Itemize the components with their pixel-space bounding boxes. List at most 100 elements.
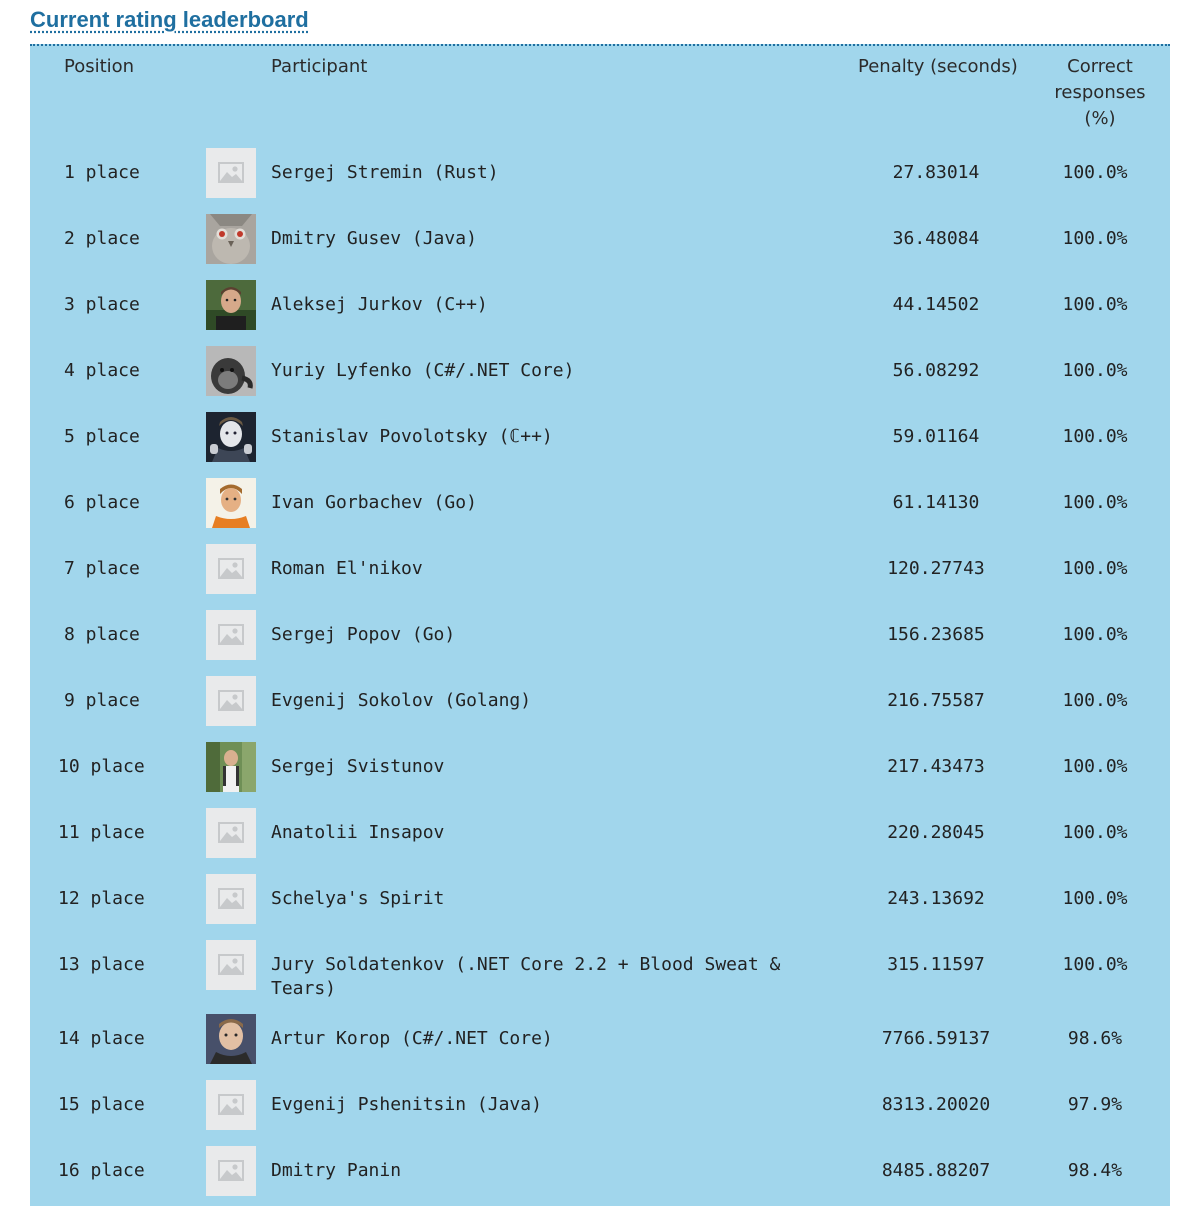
row-penalty: 243.13692 [887, 888, 985, 909]
avatar [206, 874, 256, 924]
avatar [206, 346, 256, 396]
row-penalty: 56.08292 [892, 360, 980, 381]
row-participant: Aleksej Jurkov (C++) [271, 294, 488, 315]
row-correct: 100.0% [1062, 690, 1128, 711]
row-position: 11 place [58, 822, 145, 843]
row-participant: Stanislav Povolotsky (ℂ++) [271, 426, 553, 447]
header-correct-line-3: (%) [1084, 108, 1116, 129]
row-correct: 100.0% [1062, 822, 1128, 843]
row-participant: Artur Korop (C#/.NET Core) [271, 1028, 553, 1049]
row-penalty: 120.27743 [887, 558, 985, 579]
row-correct: 97.9% [1067, 1094, 1123, 1115]
row-participant: Evgenij Pshenitsin (Java) [271, 1094, 542, 1115]
row-penalty: 44.14502 [892, 294, 980, 315]
table-row: 3 place Aleksej Jurkov (C++) 44.14502 100.0… [30, 280, 1170, 346]
row-participant: Sergej Popov (Go) [271, 624, 456, 645]
row-position: 1 place [64, 162, 140, 183]
row-penalty: 220.28045 [887, 822, 985, 843]
avatar [206, 544, 256, 594]
row-position: 9 place [64, 690, 140, 711]
avatar [206, 478, 256, 528]
avatar [206, 412, 256, 462]
table-row: 11 place Anatolii Insapov 220.28045 100.0% [30, 808, 1170, 874]
row-correct: 100.0% [1062, 756, 1128, 777]
row-penalty: 216.75587 [887, 690, 985, 711]
row-position: 14 place [58, 1028, 145, 1049]
table-row: 9 place Evgenij Sokolov (Golang) 216.75587… [30, 676, 1170, 742]
header-position: Position [64, 56, 135, 77]
table-row: 5 place Stanislav Povolotsky (ℂ++) 59.0116… [30, 412, 1170, 478]
row-correct: 100.0% [1062, 954, 1128, 975]
row-penalty: 59.01164 [892, 426, 980, 447]
row-penalty: 7766.59137 [881, 1028, 991, 1049]
header-penalty: Penalty (seconds) [858, 56, 1018, 77]
avatar [206, 742, 256, 792]
row-participant: Yuriy Lyfenko (C#/.NET Core) [271, 360, 575, 381]
row-participant: Anatolii Insapov [271, 822, 445, 843]
avatar [206, 808, 256, 858]
row-penalty: 36.48084 [892, 228, 980, 249]
row-position: 13 place [58, 954, 145, 975]
row-position: 5 place [64, 426, 140, 447]
row-participant: Sergej Stremin (Rust) [271, 162, 499, 183]
leaderboard-table: Position Participant Penalty (seconds) C… [30, 44, 1170, 1206]
row-correct: 100.0% [1062, 492, 1128, 513]
table-row: 4 place Yuriy Lyfenko (C#/.NET Core) 56.08… [30, 346, 1170, 412]
table-row: 7 place Roman El'nikov 120.27743 100.0% [30, 544, 1170, 610]
row-correct: 100.0% [1062, 162, 1128, 183]
avatar [206, 1146, 256, 1196]
row-correct: 100.0% [1062, 888, 1128, 909]
row-position: 15 place [58, 1094, 145, 1115]
table-row: 1 place Sergej Stremin (Rust) 27.83014 100.… [30, 148, 1170, 214]
table-row: 16 place Dmitry Panin 8485.88207 98.4% [30, 1146, 1170, 1212]
row-position: 16 place [58, 1160, 145, 1181]
row-correct: 100.0% [1062, 426, 1128, 447]
avatar [206, 940, 256, 990]
table-row: 12 place Schelya's Spirit 243.13692 100.0% [30, 874, 1170, 940]
row-correct: 100.0% [1062, 558, 1128, 579]
row-participant: Ivan Gorbachev (Go) [271, 492, 477, 513]
row-position: 10 place [58, 756, 145, 777]
table-row: 14 place Artur Korop (C#/.NET Core) 7766.5… [30, 1014, 1170, 1080]
row-participant: Roman El'nikov [271, 558, 423, 579]
avatar [206, 610, 256, 660]
row-penalty: 156.23685 [887, 624, 985, 645]
table-row: 15 place Evgenij Pshenitsin (Java) 8313.20… [30, 1080, 1170, 1146]
row-participant: Sergej Svistunov [271, 756, 445, 777]
table-row: 6 place Ivan Gorbachev (Go) 61.14130 100.0% [30, 478, 1170, 544]
avatar [206, 1080, 256, 1130]
page-title[interactable]: Current rating leaderboard [30, 6, 309, 34]
avatar [206, 148, 256, 198]
row-participant: Dmitry Gusev (Java) [271, 228, 477, 249]
header-correct-line-2: responses [1054, 82, 1146, 103]
table-row: 2 place Dmitry Gusev (Java) 36.48084 100.0% [30, 214, 1170, 280]
row-correct: 100.0% [1062, 228, 1128, 249]
table-header: Position Participant Penalty (seconds) C… [30, 46, 1170, 146]
avatar [206, 214, 256, 264]
avatar [206, 280, 256, 330]
header-participant: Participant [271, 56, 368, 77]
avatar [206, 676, 256, 726]
row-correct: 100.0% [1062, 360, 1128, 381]
avatar [206, 1014, 256, 1064]
row-correct: 100.0% [1062, 624, 1128, 645]
row-position: 7 place [64, 558, 140, 579]
header-correct-line-1: Correct [1067, 56, 1133, 77]
row-penalty: 315.11597 [887, 954, 985, 975]
row-position: 6 place [64, 492, 140, 513]
row-position: 2 place [64, 228, 140, 249]
table-row: 13 place Jury Soldatenkov (.NET Core 2.2 … [30, 940, 1170, 1006]
row-penalty: 217.43473 [887, 756, 985, 777]
row-participant: Jury Soldatenkov (.NET Core 2.2 + Blood … [271, 954, 781, 999]
header-correct-responses: Correct responses (%) [1030, 54, 1170, 132]
row-position: 12 place [58, 888, 145, 909]
row-penalty: 8313.20020 [881, 1094, 991, 1115]
row-participant: Evgenij Sokolov (Golang) [271, 690, 532, 711]
row-participant: Schelya's Spirit [271, 888, 445, 909]
table-row: 8 place Sergej Popov (Go) 156.23685 100.0% [30, 610, 1170, 676]
row-position: 8 place [64, 624, 140, 645]
row-position: 4 place [64, 360, 140, 381]
row-penalty: 8485.88207 [881, 1160, 991, 1181]
row-participant: Dmitry Panin [271, 1160, 402, 1181]
table-row: 10 place Sergej Svistunov 217.43473 100.0% [30, 742, 1170, 808]
